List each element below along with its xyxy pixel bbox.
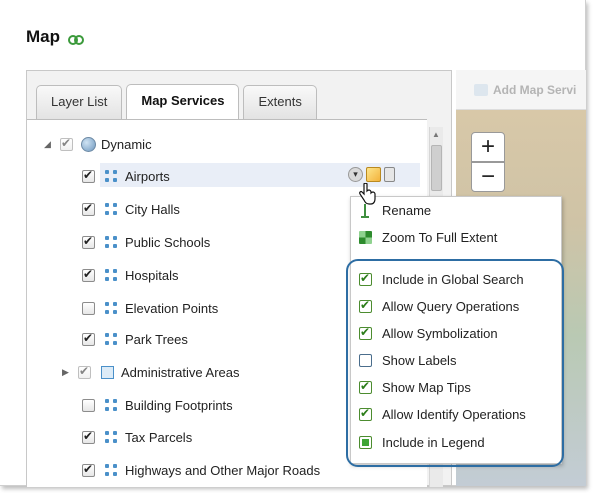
layer-icon [105, 301, 118, 315]
option-checkbox[interactable] [359, 325, 372, 340]
layer-row-park-trees[interactable]: Park Trees [82, 328, 188, 350]
scroll-up-icon[interactable]: ▲ [432, 130, 440, 139]
option-show-map-tips[interactable]: Show Map Tips [359, 377, 471, 397]
edit-icon[interactable] [366, 167, 381, 182]
layer-label: Highways and Other Major Roads [125, 462, 321, 478]
layer-context-menu: Rename Zoom To Full Extent Include in Gl… [346, 196, 564, 467]
layer-checkbox[interactable] [82, 398, 95, 412]
layer-label: Hospitals [125, 267, 179, 283]
expand-icon[interactable]: ▶ [62, 367, 72, 378]
layer-row-hospitals[interactable]: Hospitals [82, 264, 178, 286]
option-allow-symbolization[interactable]: Allow Symbolization [359, 323, 498, 343]
layer-label: Building Footprints [125, 397, 233, 413]
layer-label: Administrative Areas [121, 364, 240, 380]
option-checkbox[interactable] [359, 298, 372, 313]
zoom-extent-icon [359, 230, 372, 244]
layer-icon [105, 398, 118, 412]
layer-checkbox[interactable] [78, 364, 91, 379]
option-checkbox[interactable] [359, 353, 372, 367]
hand-cursor-icon [358, 182, 376, 211]
tree-root-dynamic[interactable]: ◢ Dynamic [44, 133, 152, 155]
menu-item-label: Rename [382, 202, 432, 218]
collapse-icon[interactable]: ◢ [44, 139, 54, 150]
globe-icon [81, 136, 96, 152]
layer-checkbox[interactable] [82, 462, 95, 477]
layer-checkbox[interactable] [82, 301, 95, 315]
layer-icon [105, 430, 118, 444]
layer-icon [105, 463, 118, 477]
option-label: Allow Symbolization [382, 325, 498, 341]
option-allow-identify[interactable]: Allow Identify Operations [359, 404, 526, 424]
menu-item-label: Zoom To Full Extent [382, 229, 498, 245]
layer-checkbox[interactable] [82, 331, 95, 346]
layer-label: Tax Parcels [125, 429, 193, 445]
layer-row-city-halls[interactable]: City Halls [82, 198, 180, 220]
option-allow-query[interactable]: Allow Query Operations [359, 296, 519, 316]
row-tools: ▾ [348, 167, 395, 182]
add-map-service-button[interactable]: Add Map Servi [474, 83, 576, 97]
tab-extents[interactable]: Extents [243, 85, 317, 119]
layer-label: Elevation Points [125, 300, 219, 316]
map-toolbar: Add Map Servi [456, 70, 586, 110]
layer-label: Airports [125, 168, 170, 184]
layer-row-building-footprints[interactable]: Building Footprints [82, 394, 233, 416]
menu-item-zoom-full-extent[interactable]: Zoom To Full Extent [359, 227, 497, 247]
option-include-legend[interactable]: Include in Legend [359, 432, 485, 452]
layer-label: Park Trees [125, 331, 188, 347]
layer-icon [105, 202, 118, 216]
layer-checkbox[interactable] [82, 234, 95, 249]
layer-row-tax-parcels[interactable]: Tax Parcels [82, 426, 192, 448]
root-checkbox[interactable] [60, 136, 73, 151]
option-label: Include in Legend [382, 434, 485, 450]
layer-row-administrative-areas[interactable]: ▶ Administrative Areas [62, 361, 240, 383]
scroll-thumb[interactable] [431, 145, 442, 191]
layer-checkbox[interactable] [82, 201, 95, 216]
option-checkbox[interactable] [359, 379, 372, 394]
tab-layer-list[interactable]: Layer List [36, 85, 123, 119]
layer-icon [105, 332, 118, 346]
layer-row-airports[interactable]: Airports [82, 165, 170, 187]
layer-row-highways[interactable]: Highways and Other Major Roads [82, 459, 320, 481]
map-window: Map Layer List Map Services Extents ▲ ◢ … [0, 0, 586, 487]
layer-checkbox[interactable] [82, 168, 95, 183]
map-title-text: Map [26, 27, 60, 46]
root-label: Dynamic [101, 136, 152, 152]
option-label: Allow Query Operations [382, 298, 520, 314]
option-label: Allow Identify Operations [382, 406, 526, 422]
layer-row-elevation-points[interactable]: Elevation Points [82, 297, 218, 319]
layer-checkbox[interactable] [82, 267, 95, 282]
tab-map-services[interactable]: Map Services [126, 84, 240, 120]
zoom-out-button[interactable]: − [471, 162, 505, 192]
option-label: Show Labels [382, 352, 457, 368]
zoom-in-button[interactable]: + [471, 132, 505, 162]
layer-icon [105, 169, 118, 183]
link-icon[interactable] [68, 31, 84, 45]
option-checkbox[interactable] [359, 406, 372, 421]
group-layer-icon [101, 365, 114, 379]
option-label: Include in Global Search [382, 271, 524, 287]
context-menu-icon[interactable]: ▾ [348, 167, 363, 182]
option-checkbox[interactable] [359, 435, 372, 449]
option-checkbox[interactable] [359, 271, 372, 286]
page-title: Map [26, 27, 84, 47]
layer-label: Public Schools [125, 234, 211, 250]
tab-bar: Layer List Map Services Extents [36, 84, 317, 121]
option-include-global-search[interactable]: Include in Global Search [359, 269, 524, 289]
option-label: Show Map Tips [382, 379, 471, 395]
layer-icon [105, 268, 118, 282]
layer-label: City Halls [125, 201, 180, 217]
layer-checkbox[interactable] [82, 429, 95, 444]
option-show-labels[interactable]: Show Labels [359, 350, 456, 370]
layer-row-public-schools[interactable]: Public Schools [82, 231, 210, 253]
layer-icon [105, 235, 118, 249]
delete-icon[interactable] [384, 167, 395, 182]
